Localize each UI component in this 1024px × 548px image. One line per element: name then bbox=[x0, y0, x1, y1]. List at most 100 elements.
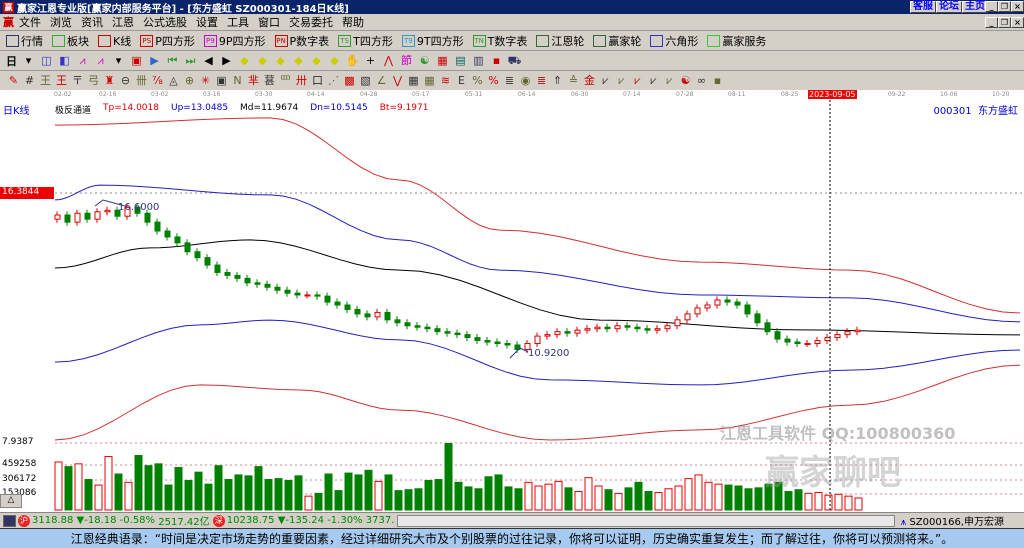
gold-icon[interactable]: 金 bbox=[582, 74, 597, 88]
gold-line-icon[interactable]: ≣ bbox=[534, 74, 549, 88]
toolbar-button[interactable]: K线 bbox=[98, 33, 131, 49]
line-icon[interactable]: ⋀ bbox=[381, 54, 396, 68]
kline-chart[interactable]: 日K线 极反通道 Tp=14.0018 Up=13.0485 Md=11.967… bbox=[0, 100, 1024, 512]
line-h-icon[interactable]: ⩗ bbox=[646, 74, 661, 88]
square2-icon[interactable]: ▧ bbox=[358, 74, 373, 88]
calendar-icon[interactable]: ▦ bbox=[435, 54, 450, 68]
toolbar-button[interactable]: 板块 bbox=[52, 33, 89, 49]
pen-icon[interactable]: ✎ bbox=[6, 74, 21, 88]
tool-e-icon[interactable]: E bbox=[454, 74, 469, 88]
toolbar-button[interactable]: T9 9T四方形 bbox=[401, 33, 464, 49]
pct-line-icon[interactable]: ≣ bbox=[502, 74, 517, 88]
scroll-left-icon[interactable]: ◀ bbox=[201, 54, 216, 68]
percent-icon[interactable]: % bbox=[486, 74, 501, 88]
line-n-icon[interactable]: N bbox=[230, 74, 245, 88]
target-icon[interactable]: ⊕ bbox=[182, 74, 197, 88]
child-minimize-icon[interactable]: _ bbox=[985, 17, 998, 28]
hash-icon[interactable]: 卌 bbox=[134, 74, 149, 88]
circle-icon[interactable]: ⊖ bbox=[118, 74, 133, 88]
toolbar-button[interactable]: 赢家服务 bbox=[707, 33, 766, 49]
calculator-icon[interactable] bbox=[3, 514, 16, 527]
square-icon[interactable]: ▩ bbox=[342, 74, 357, 88]
gann-a-icon[interactable]: ≙ bbox=[566, 74, 581, 88]
hand-icon[interactable]: ✋ bbox=[345, 54, 360, 68]
box-icon[interactable]: ▣ bbox=[214, 74, 229, 88]
menu-item[interactable]: 交易委托 bbox=[289, 14, 333, 30]
analysis-icon[interactable]: ☯ bbox=[417, 54, 432, 68]
line-g-icon[interactable]: ⩗ bbox=[630, 74, 645, 88]
first-bar-icon[interactable]: ⏮ bbox=[165, 54, 180, 68]
line-j-icon[interactable]: ☯ bbox=[678, 74, 693, 88]
zoom4-icon[interactable]: ◆ bbox=[291, 54, 306, 68]
calculator-icon[interactable]: ▤ bbox=[453, 54, 468, 68]
cycle-icon[interactable]: 葚 bbox=[262, 74, 277, 88]
toolbar-button[interactable]: TS T四方形 bbox=[338, 33, 393, 49]
menu-item[interactable]: 江恩 bbox=[112, 14, 134, 30]
span-icon[interactable]: 卅 bbox=[294, 74, 309, 88]
gann-tool1-icon[interactable]: 王 bbox=[38, 74, 53, 88]
indicator2-icon[interactable]: ⩘ bbox=[93, 54, 108, 68]
menu-item[interactable]: 窗口 bbox=[258, 14, 280, 30]
zoom6-icon[interactable]: ◆ bbox=[327, 54, 342, 68]
menu-item[interactable]: 文件 bbox=[19, 14, 41, 30]
zoom1-icon[interactable]: ◆ bbox=[237, 54, 252, 68]
menu-item[interactable]: 工具 bbox=[227, 14, 249, 30]
menu-item[interactable]: 资讯 bbox=[81, 14, 103, 30]
period-dropdown-icon[interactable]: ▾ bbox=[21, 54, 36, 68]
service-button[interactable]: 客服 bbox=[910, 1, 936, 13]
fib-icon[interactable]: 芈 bbox=[246, 74, 261, 88]
fan-icon[interactable]: ⋰ bbox=[326, 74, 341, 88]
save-icon[interactable]: ▪ bbox=[489, 54, 504, 68]
last-bar-icon[interactable]: ⏭ bbox=[183, 54, 198, 68]
toolbar-button[interactable]: PN P数字表 bbox=[274, 33, 329, 49]
box2-icon[interactable]: 罒 bbox=[278, 74, 293, 88]
period-select[interactable]: 日 bbox=[6, 53, 17, 69]
menu-item[interactable]: 公式选股 bbox=[143, 14, 187, 30]
chart-type-icon[interactable]: ◫ bbox=[39, 54, 54, 68]
grid-n2-icon[interactable]: ⅞ bbox=[150, 74, 165, 88]
flag-icon[interactable]: ▶ bbox=[147, 54, 162, 68]
grid3-icon[interactable]: ▦ bbox=[406, 74, 421, 88]
scroll-right-icon[interactable]: ▶ bbox=[219, 54, 234, 68]
toolbar-button[interactable]: 行情 bbox=[6, 33, 43, 49]
channel-icon[interactable]: ≋ bbox=[438, 74, 453, 88]
zoom2-icon[interactable]: ◆ bbox=[255, 54, 270, 68]
gann-tool3-icon[interactable]: 〒 bbox=[70, 74, 85, 88]
child-restore-icon[interactable]: ❐ bbox=[998, 17, 1011, 28]
line-up-icon[interactable]: ⩗ bbox=[598, 74, 613, 88]
gold-coin-icon[interactable]: ◉ bbox=[518, 74, 533, 88]
menu-item[interactable]: 帮助 bbox=[342, 14, 364, 30]
expand-triangle-button[interactable]: △ bbox=[0, 494, 22, 508]
toolbar-button[interactable]: P9 9P四方形 bbox=[203, 33, 266, 49]
rights-icon[interactable]: ▣ bbox=[129, 54, 144, 68]
wave-icon[interactable]: ⋁ bbox=[390, 74, 405, 88]
ticker-scrollbar[interactable] bbox=[397, 514, 895, 527]
grid4-icon[interactable]: ▦ bbox=[422, 74, 437, 88]
line-f-icon[interactable]: ⩗ bbox=[614, 74, 629, 88]
menu-item[interactable]: 设置 bbox=[196, 14, 218, 30]
node-icon[interactable]: 節 bbox=[399, 54, 414, 68]
gann-tool5-icon[interactable]: ♜ bbox=[102, 74, 117, 88]
truck-icon[interactable]: ⛟ bbox=[507, 54, 522, 68]
zoom5-icon[interactable]: ◆ bbox=[309, 54, 324, 68]
star-icon[interactable]: ✳ bbox=[198, 74, 213, 88]
toolbar-button[interactable]: PS P四方形 bbox=[140, 33, 195, 49]
close-icon[interactable]: × bbox=[1011, 1, 1024, 12]
toolbar-button[interactable]: 江恩轮 bbox=[536, 33, 584, 49]
rect-icon[interactable]: 口 bbox=[310, 74, 325, 88]
gann-tool4-icon[interactable]: 弓 bbox=[86, 74, 101, 88]
infinity-icon[interactable]: ▪ bbox=[710, 74, 725, 88]
gann-tool2-icon[interactable]: 王 bbox=[54, 74, 69, 88]
toolbar-button[interactable]: TN T数字表 bbox=[472, 33, 527, 49]
triangle-icon[interactable]: ◬ bbox=[166, 74, 181, 88]
minimize-icon[interactable]: _ bbox=[985, 1, 998, 12]
menu-item[interactable]: 浏览 bbox=[50, 14, 72, 30]
zoom3-icon[interactable]: ◆ bbox=[273, 54, 288, 68]
child-close-icon[interactable]: × bbox=[1011, 17, 1024, 28]
note-icon[interactable]: ▥ bbox=[471, 54, 486, 68]
grid-icon[interactable]: # bbox=[22, 74, 37, 88]
forum-button[interactable]: 论坛 bbox=[936, 1, 962, 13]
arrow-tool-icon[interactable]: ⇑ bbox=[550, 74, 565, 88]
toolbar-button[interactable]: 六角形 bbox=[650, 33, 698, 49]
line-i-icon[interactable]: ⩗ bbox=[662, 74, 677, 88]
